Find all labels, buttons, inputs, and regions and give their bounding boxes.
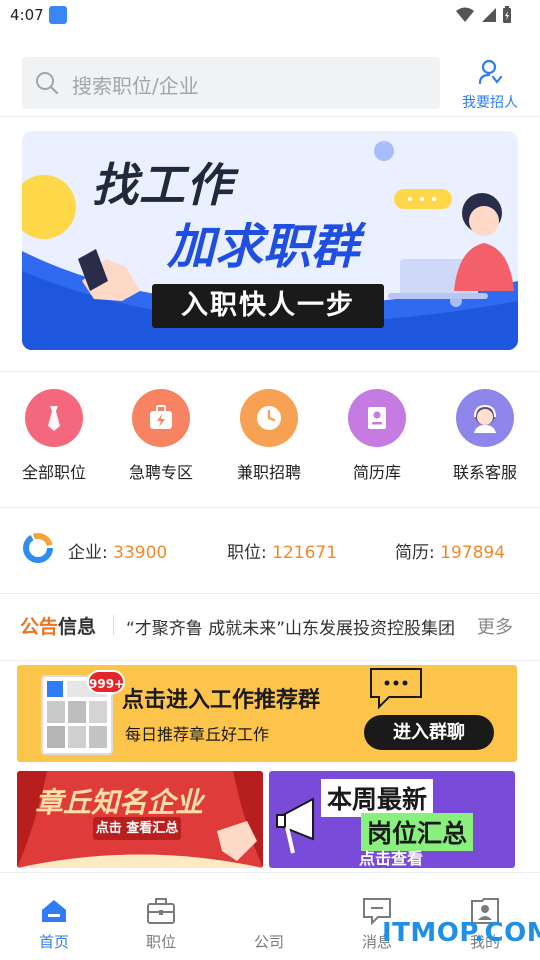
divider	[0, 371, 540, 372]
notice-headline[interactable]: “才聚齐鲁 成就未来”山东发展投资控股集团	[126, 614, 462, 639]
category-label: 兼职招聘	[236, 463, 301, 482]
stat-value: 121671	[272, 543, 338, 563]
tile-title: 章丘知名企业	[35, 786, 204, 819]
clock-icon	[240, 389, 298, 447]
home-icon	[0, 895, 108, 927]
briefcase-bolt-icon	[132, 389, 190, 447]
search-bar[interactable]: 搜索职位/企业	[22, 57, 440, 109]
notice-brand: 公告信息	[20, 612, 96, 639]
banner-title-2: 加求职群	[167, 219, 360, 275]
banner-title-3: 入职快人一步	[152, 284, 384, 328]
nav-label: 职位	[145, 933, 176, 951]
search-placeholder: 搜索职位/企业	[72, 74, 199, 98]
recruit-button[interactable]: 我要招人	[456, 58, 524, 111]
stats-logo-icon	[23, 533, 53, 563]
join-group-button[interactable]: 进入群聊	[364, 715, 494, 750]
nav-companies[interactable]: 公司	[215, 895, 323, 952]
tile-subtitle: 点击查看	[359, 849, 424, 868]
category-urgent[interactable]: 急聘专区	[107, 388, 215, 483]
chat-bubble-icon	[370, 668, 422, 710]
search-icon	[36, 72, 59, 95]
battery-icon	[503, 6, 511, 23]
category-grid: 全部职位 急聘专区 兼职招聘 简历库 联系客服	[0, 388, 540, 488]
tile-subtitle: 点击 查看汇总	[93, 817, 181, 840]
stat-label: 简历:	[395, 543, 435, 563]
notice-bar: 公告信息 “才聚齐鲁 成就未来”山东发展投资控股集团 更多	[0, 604, 540, 648]
category-resumes[interactable]: 简历库	[323, 388, 431, 483]
category-customer-service[interactable]: 联系客服	[431, 388, 539, 483]
status-bar: 4:07	[0, 0, 540, 32]
category-all-jobs[interactable]: 全部职位	[0, 388, 108, 483]
promo-title: 点击进入工作推荐群	[122, 688, 321, 713]
stat-value: 197894	[440, 543, 506, 563]
divider	[0, 593, 540, 594]
briefcase-icon	[107, 895, 215, 927]
unread-badge: 999+	[87, 670, 125, 694]
category-part-time[interactable]: 兼职招聘	[215, 388, 323, 483]
notice-brand-part2: 信息	[58, 616, 97, 638]
stat-companies: 企业: 33900	[68, 538, 167, 563]
hero-banner[interactable]: 找工作 加求职群 入职快人一步	[22, 131, 518, 350]
stat-resumes: 简历: 197894	[395, 538, 505, 563]
divider	[0, 660, 540, 661]
stat-label: 职位:	[227, 543, 267, 563]
promo-banner[interactable]: 999+ 点击进入工作推荐群 每日推荐章丘好工作 进入群聊	[17, 665, 517, 762]
stat-jobs: 职位: 121671	[227, 538, 337, 563]
nav-home[interactable]: 首页	[0, 895, 108, 952]
signal-icon	[482, 8, 496, 22]
divider	[0, 507, 540, 508]
promo-subtitle: 每日推荐章丘好工作	[125, 725, 270, 744]
wifi-icon	[456, 7, 474, 22]
tie-icon	[25, 389, 83, 447]
company-icon	[215, 895, 323, 927]
resume-book-icon	[348, 389, 406, 447]
category-label: 全部职位	[21, 463, 86, 482]
category-label: 联系客服	[452, 463, 517, 482]
banner-title-1: 找工作	[92, 158, 233, 212]
weekly-jobs-tile[interactable]: 本周最新 岗位汇总 点击查看	[269, 771, 515, 868]
divider	[0, 116, 540, 117]
status-icons	[456, 6, 512, 24]
tile-title: 本周最新	[321, 779, 434, 817]
category-label: 简历库	[352, 463, 401, 482]
watermark: ITMOP.COM	[382, 918, 540, 948]
recruiter-icon	[478, 59, 503, 85]
notice-brand-part1: 公告	[20, 616, 59, 638]
nav-label: 首页	[38, 933, 69, 951]
app-notification-icon	[49, 6, 67, 24]
recruit-label: 我要招人	[462, 95, 518, 111]
stats-bar: 企业: 33900 职位: 121671 简历: 197894	[0, 525, 540, 571]
famous-companies-tile[interactable]: 章丘知名企业 点击 查看汇总	[17, 771, 263, 868]
stat-label: 企业:	[68, 543, 108, 563]
nav-label: 公司	[253, 933, 284, 951]
nav-jobs[interactable]: 职位	[107, 895, 215, 952]
notice-more-link[interactable]: 更多	[477, 613, 513, 639]
status-time: 4:07	[10, 6, 44, 24]
stat-value: 33900	[113, 543, 168, 563]
customer-service-icon	[456, 389, 514, 447]
notice-divider	[113, 615, 114, 635]
category-label: 急聘专区	[128, 463, 193, 482]
